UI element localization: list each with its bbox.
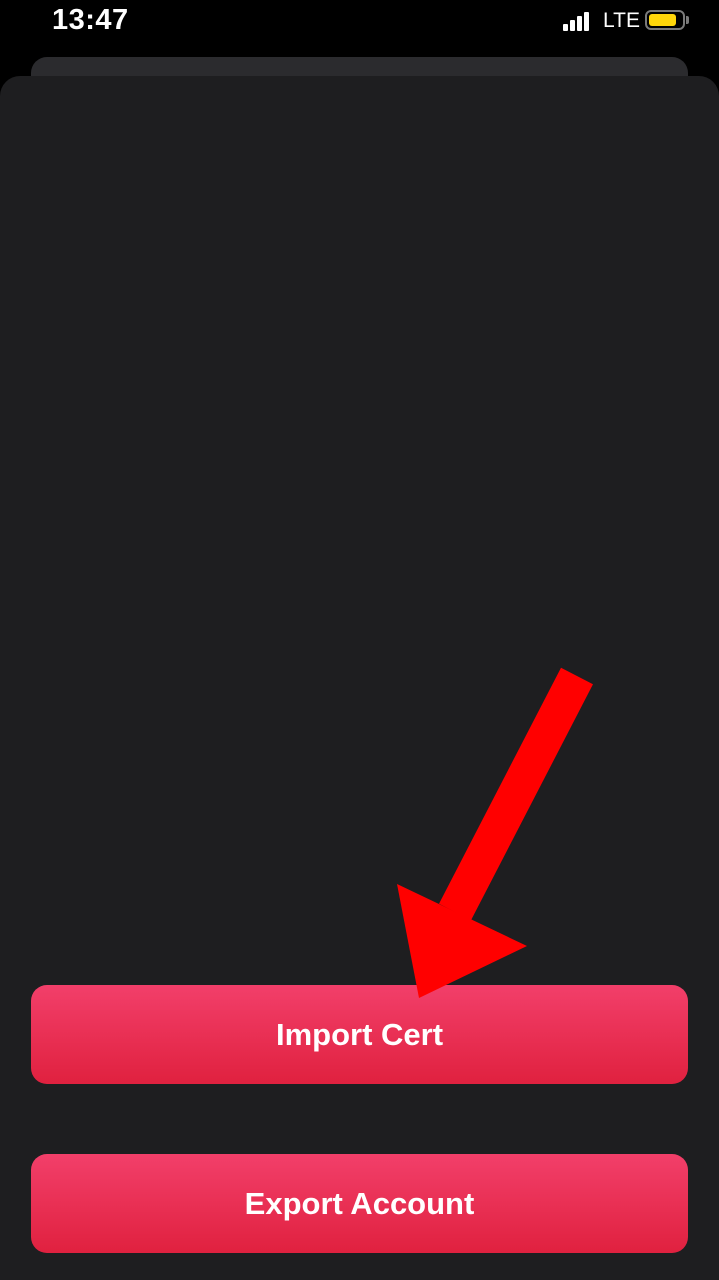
app-screen: 13:47 LTE Import Cert Export Account <box>0 0 719 1280</box>
modal-sheet <box>0 76 719 1280</box>
import-cert-button[interactable]: Import Cert <box>31 985 688 1084</box>
export-account-button[interactable]: Export Account <box>31 1154 688 1253</box>
status-time: 13:47 <box>52 4 129 36</box>
battery-icon <box>645 10 685 30</box>
cellular-signal-icon <box>563 11 591 31</box>
status-bar: 13:47 LTE <box>0 0 719 50</box>
battery-nub <box>686 16 689 24</box>
battery-level <box>649 14 676 26</box>
network-type-label: LTE <box>603 9 640 32</box>
